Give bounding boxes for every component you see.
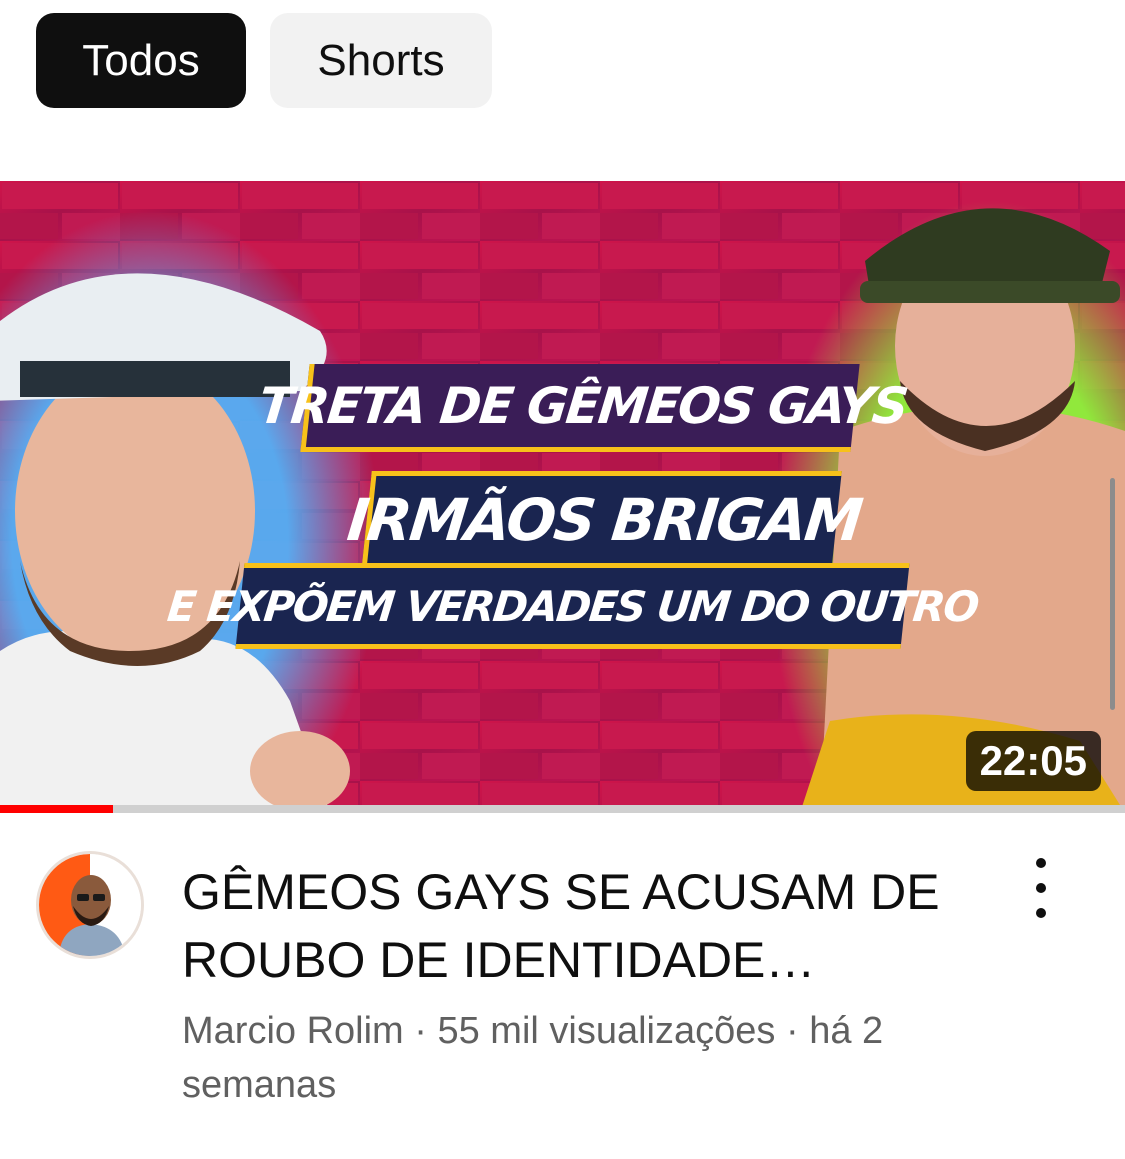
meta-separator: ·	[775, 1010, 810, 1052]
thumbnail-caption-1: TRETA DE GÊMEOS GAYS	[256, 364, 910, 452]
thumbnail-caption-2: IRMÃOS BRIGAM	[344, 471, 864, 563]
filter-chips: Todos Shorts	[36, 13, 492, 108]
channel-avatar[interactable]	[36, 851, 144, 959]
scrollbar[interactable]	[1110, 478, 1115, 710]
channel-name[interactable]: Marcio Rolim	[182, 1010, 404, 1052]
meta-separator: ·	[403, 1010, 438, 1052]
thumbnail-caption-3: E EXPÕEM VERDADES UM DO OUTRO	[165, 563, 980, 649]
video-title[interactable]: GÊMEOS GAYS SE ACUSAM DE ROUBO DE IDENTI…	[182, 858, 982, 994]
menu-dot	[1036, 883, 1046, 893]
chip-shorts[interactable]: Shorts	[270, 13, 492, 108]
view-count: 55 mil visualizações	[437, 1010, 776, 1052]
watch-progress-fill	[0, 805, 113, 813]
menu-dot	[1036, 858, 1046, 868]
chip-todos[interactable]: Todos	[36, 13, 246, 108]
video-thumbnail[interactable]: TRETA DE GÊMEOS GAYS IRMÃOS BRIGAM E EXP…	[0, 181, 1125, 813]
duration-badge: 22:05	[965, 731, 1101, 791]
video-meta: Marcio Rolim · 55 mil visualizações · há…	[182, 1004, 1002, 1112]
avatar-image	[39, 854, 141, 956]
watch-progress-bar	[0, 805, 1125, 813]
more-vertical-icon[interactable]	[1018, 858, 1064, 918]
menu-dot	[1036, 908, 1046, 918]
